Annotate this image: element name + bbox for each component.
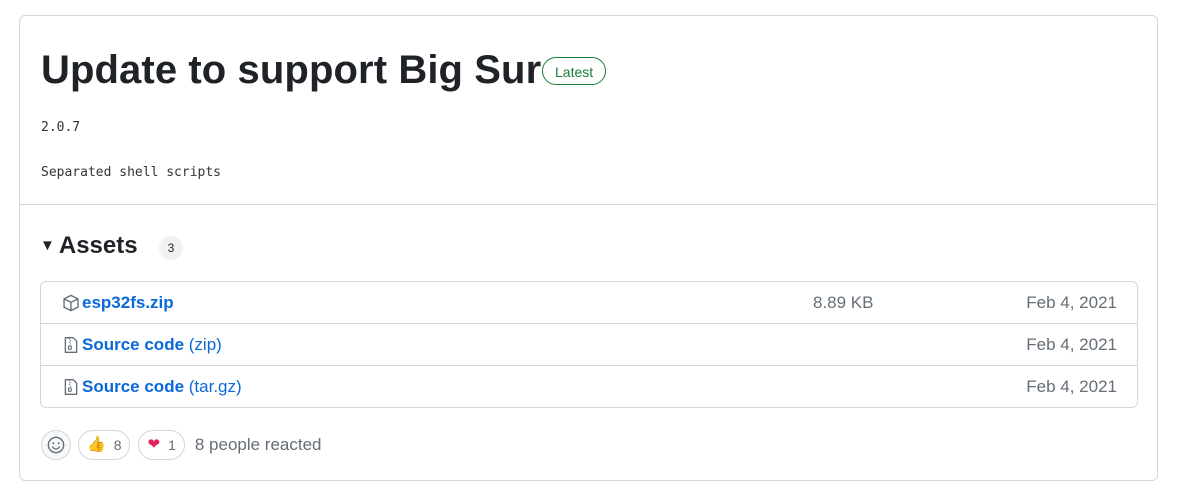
smiley-icon <box>47 436 65 454</box>
assets-list: esp32fs.zip 8.89 KB Feb 4, 2021 Source c… <box>40 281 1138 408</box>
asset-row: Source code (zip) Feb 4, 2021 <box>41 323 1137 365</box>
add-reaction-button[interactable] <box>41 430 71 460</box>
file-zip-icon <box>64 379 78 395</box>
file-zip-icon <box>64 337 78 353</box>
heart-reaction[interactable]: ❤ 1 <box>138 430 185 460</box>
asset-row: Source code (tar.gz) Feb 4, 2021 <box>41 365 1137 407</box>
asset-date: Feb 4, 2021 <box>1026 335 1117 354</box>
asset-name: Source code <box>82 335 185 354</box>
asset-size: 8.89 KB <box>813 293 874 312</box>
assets-heading: Assets <box>58 232 138 259</box>
release-version: 2.0.7 <box>41 120 81 135</box>
release-description: Separated shell scripts <box>41 165 222 180</box>
asset-date: Feb 4, 2021 <box>1026 293 1117 312</box>
thumbs-up-icon: 👍 <box>87 436 106 453</box>
asset-link[interactable]: esp32fs.zip <box>82 293 174 313</box>
asset-name: esp32fs.zip <box>82 293 174 312</box>
release-card: Update to support Big Sur Latest 2.0.7 S… <box>19 15 1158 481</box>
asset-name: Source code <box>82 377 185 396</box>
reactions-summary: 8 people reacted <box>194 435 322 454</box>
asset-link[interactable]: Source code (zip) <box>82 335 222 355</box>
package-icon <box>63 294 79 312</box>
reactions-bar: 👍 8 ❤ 1 8 people reacted <box>41 429 322 461</box>
heart-count: 1 <box>168 437 176 453</box>
assets-count-badge: 3 <box>159 236 183 260</box>
assets-toggle[interactable]: ▼ Assets <box>40 230 138 262</box>
release-header: Update to support Big Sur Latest 2.0.7 S… <box>20 16 1157 205</box>
thumbs-up-reaction[interactable]: 👍 8 <box>78 430 131 460</box>
thumbs-up-count: 8 <box>113 437 122 453</box>
asset-link[interactable]: Source code (tar.gz) <box>82 377 242 397</box>
caret-down-icon: ▼ <box>40 237 55 254</box>
asset-row: esp32fs.zip 8.89 KB Feb 4, 2021 <box>41 282 1137 323</box>
asset-date: Feb 4, 2021 <box>1026 377 1117 396</box>
heart-icon: ❤ <box>147 436 161 453</box>
asset-suffix: (zip) <box>184 335 222 354</box>
asset-suffix: (tar.gz) <box>184 377 242 396</box>
latest-badge: Latest <box>542 57 607 85</box>
release-title[interactable]: Update to support Big Sur <box>41 46 541 94</box>
